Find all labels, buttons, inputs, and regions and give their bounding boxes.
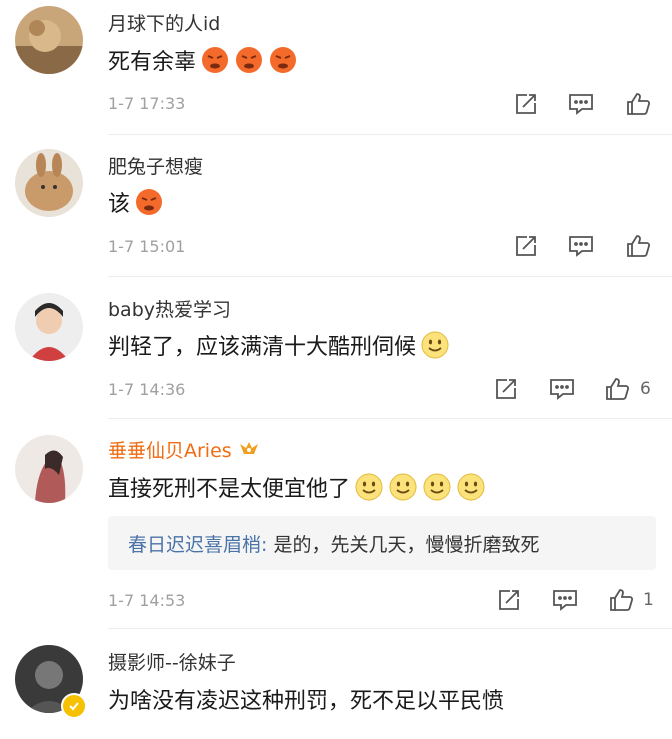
like-icon[interactable] bbox=[624, 90, 652, 118]
reply-username[interactable]: 春日迟迟喜眉梢 bbox=[128, 534, 261, 556]
comment-icon[interactable] bbox=[567, 90, 595, 118]
username[interactable]: 摄影师--徐妹子 bbox=[108, 648, 236, 675]
timestamp: 1-7 15:01 bbox=[108, 237, 186, 256]
comment-body: 为啥没有凌迟这种刑罚，死不足以平民愤 bbox=[108, 689, 505, 714]
reply-text: 是的，先关几天，慢慢折磨致死 bbox=[267, 534, 540, 556]
username[interactable]: baby热爱学习 bbox=[108, 295, 231, 322]
comment-item: baby热爱学习 判轻了，应该满清十大酷刑伺候 1-7 14:36 6 bbox=[0, 277, 672, 419]
repost-icon[interactable] bbox=[512, 90, 540, 118]
comment-icon[interactable] bbox=[548, 375, 576, 403]
comment-body: 该 bbox=[108, 192, 131, 217]
smile-emoji bbox=[388, 472, 418, 502]
comment-item: 月球下的人id 死有余辜 1-7 17:33 bbox=[0, 0, 672, 135]
repost-icon[interactable] bbox=[495, 586, 523, 614]
like-count: 1 bbox=[643, 590, 654, 610]
avatar[interactable] bbox=[15, 435, 83, 503]
username[interactable]: 肥兔子想瘦 bbox=[108, 152, 203, 179]
like-icon[interactable] bbox=[607, 586, 635, 614]
comment-body: 判轻了，应该满清十大酷刑伺候 bbox=[108, 335, 417, 360]
comment-item: 肥兔子想瘦 该 1-7 15:01 bbox=[0, 135, 672, 277]
username-text[interactable]: 垂垂仙贝Aries bbox=[108, 440, 232, 462]
verified-badge-icon bbox=[61, 693, 87, 719]
smile-emoji bbox=[354, 472, 384, 502]
comment-text: 判轻了，应该满清十大酷刑伺候 bbox=[108, 329, 450, 361]
comment-body: 死有余辜 bbox=[108, 50, 197, 75]
comment-text: 该 bbox=[108, 186, 164, 218]
avatar[interactable] bbox=[15, 6, 83, 74]
vip-badge-icon bbox=[238, 440, 260, 463]
comment-icon[interactable] bbox=[567, 232, 595, 260]
avatar[interactable] bbox=[15, 293, 83, 361]
like-count: 6 bbox=[640, 379, 651, 399]
comment-item: 垂垂仙贝Aries 直接死刑不是太便宜他了 春日迟迟喜眉梢: 是的，先关几天，慢… bbox=[0, 419, 672, 629]
comment-item: 摄影师--徐妹子 为啥没有凌迟这种刑罚，死不足以平民愤 bbox=[0, 629, 672, 739]
like-icon[interactable] bbox=[603, 375, 631, 403]
reply-preview[interactable]: 春日迟迟喜眉梢: 是的，先关几天，慢慢折磨致死 bbox=[108, 516, 656, 570]
username[interactable]: 月球下的人id bbox=[108, 9, 220, 36]
comment-text: 直接死刑不是太便宜他了 bbox=[108, 471, 486, 503]
smile-emoji bbox=[420, 330, 450, 360]
smile-emoji bbox=[422, 472, 452, 502]
angry-emoji bbox=[200, 45, 230, 75]
comment-body: 直接死刑不是太便宜他了 bbox=[108, 477, 351, 502]
timestamp: 1-7 14:36 bbox=[108, 380, 186, 399]
repost-icon[interactable] bbox=[512, 232, 540, 260]
timestamp: 1-7 14:53 bbox=[108, 591, 186, 610]
smile-emoji bbox=[456, 472, 486, 502]
like-icon[interactable] bbox=[624, 232, 652, 260]
timestamp: 1-7 17:33 bbox=[108, 94, 186, 113]
angry-emoji bbox=[134, 187, 164, 217]
username[interactable]: 垂垂仙贝Aries bbox=[108, 436, 260, 463]
comment-text: 为啥没有凌迟这种刑罚，死不足以平民愤 bbox=[108, 683, 504, 715]
avatar[interactable] bbox=[15, 149, 83, 217]
comment-icon[interactable] bbox=[551, 586, 579, 614]
angry-emoji bbox=[268, 45, 298, 75]
repost-icon[interactable] bbox=[492, 375, 520, 403]
comment-text: 死有余辜 bbox=[108, 44, 298, 76]
angry-emoji bbox=[234, 45, 264, 75]
reply-content: 春日迟迟喜眉梢: 是的，先关几天，慢慢折磨致死 bbox=[128, 530, 539, 557]
